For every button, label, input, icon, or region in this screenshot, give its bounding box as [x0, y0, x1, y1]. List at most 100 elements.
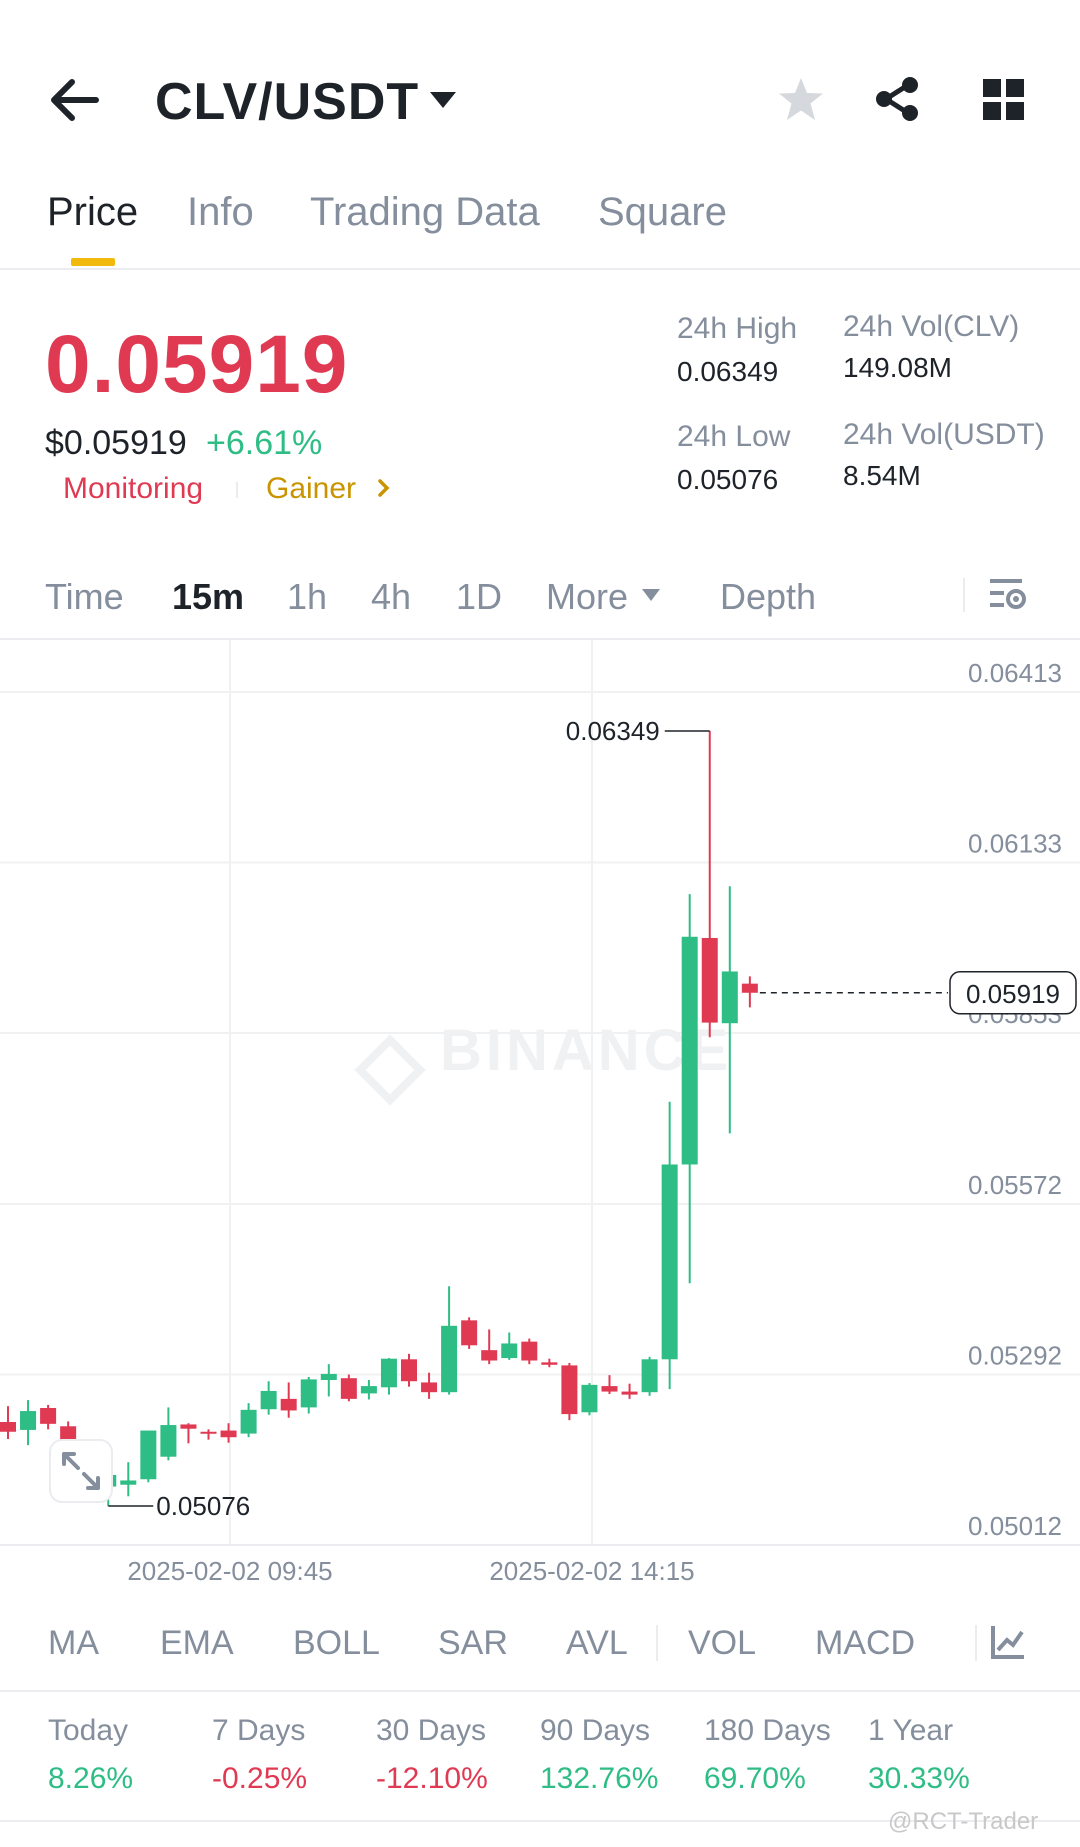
perf-180d-value: 69.70% [704, 1762, 806, 1795]
perf-1y-value: 30.33% [868, 1762, 970, 1795]
vol-quote-value: 8.54M [843, 460, 921, 491]
perf-7d-value: -0.25% [212, 1762, 308, 1795]
candle-body [40, 1408, 57, 1424]
high-value: 0.06349 [677, 356, 779, 387]
x-axis-label: 2025-02-02 09:45 [127, 1556, 332, 1586]
candle-body [260, 1390, 277, 1410]
low-label: 24h Low [677, 420, 791, 453]
candlestick-chart[interactable]: 0.064130.061330.058530.055720.052920.050… [0, 638, 1080, 1590]
high-label: 24h High [677, 312, 798, 345]
timeframe-1d[interactable]: 1D [456, 576, 502, 618]
candle-body [300, 1379, 317, 1408]
y-axis-label: 0.05292 [968, 1341, 1062, 1371]
candle-body [561, 1365, 578, 1415]
perf-7d-label: 7 Days [212, 1714, 306, 1747]
perf-1y-label: 1 Year [868, 1714, 954, 1747]
tab-square[interactable]: Square [598, 190, 727, 235]
indicator-sar[interactable]: SAR [438, 1624, 508, 1663]
indicator-divider [656, 1625, 658, 1661]
perf-90d-label: 90 Days [540, 1714, 651, 1747]
chart-svg: 0.064130.061330.058530.055720.052920.050… [0, 640, 1080, 1586]
candle-body [461, 1320, 478, 1346]
tab-info[interactable]: Info [187, 190, 254, 235]
candle-body [601, 1386, 618, 1392]
back-arrow-icon[interactable] [48, 78, 100, 122]
candle-body [120, 1480, 137, 1485]
indicator-ema[interactable]: EMA [160, 1624, 234, 1663]
indicator-ma[interactable]: MA [48, 1624, 99, 1663]
share-icon[interactable] [874, 76, 922, 122]
tab-bar: Price Info Trading Data Square [0, 186, 1080, 270]
usd-price: $0.05919 [45, 424, 187, 462]
perf-today-value: 8.26% [48, 1762, 134, 1795]
high-annotation: 0.06349 [566, 716, 660, 746]
candle-body [441, 1325, 458, 1393]
candle-body [641, 1359, 658, 1393]
candle-body [621, 1391, 638, 1395]
candle-body [481, 1350, 498, 1361]
indicator-macd[interactable]: MACD [815, 1624, 915, 1663]
low-annotation: 0.05076 [156, 1491, 250, 1521]
indicator-settings-icon[interactable] [990, 1624, 1026, 1660]
candle-body [701, 937, 718, 1023]
more-dropdown-icon[interactable] [641, 588, 661, 602]
indicator-boll[interactable]: BOLL [293, 1624, 380, 1663]
tag-divider [236, 482, 238, 498]
indicator-divider-2 [975, 1625, 977, 1661]
candle-body [521, 1341, 538, 1361]
perf-30d-label: 30 Days [376, 1714, 487, 1747]
last-price-label: 0.05919 [966, 979, 1060, 1009]
vol-base-value: 149.08M [843, 352, 952, 383]
candle-body [541, 1362, 558, 1365]
candle-body [160, 1425, 177, 1457]
indicator-avl[interactable]: AVL [566, 1624, 628, 1663]
vol-base-label: 24h Vol(CLV) [843, 310, 1020, 343]
candle-body [20, 1411, 37, 1430]
candle-body [421, 1382, 438, 1393]
candle-body [140, 1430, 157, 1480]
y-axis-label: 0.05572 [968, 1170, 1062, 1200]
perf-30d-value: -12.10% [376, 1762, 488, 1795]
candle-body [280, 1398, 297, 1411]
candle-body [0, 1422, 16, 1432]
binance-logo-watermark [354, 1034, 426, 1106]
favorite-star-icon[interactable] [777, 76, 825, 122]
candle-body [401, 1359, 417, 1382]
candle-body [681, 936, 698, 1165]
pair-dropdown-icon[interactable] [428, 90, 458, 110]
y-axis-label: 0.05012 [968, 1511, 1062, 1541]
timeframe-4h[interactable]: 4h [371, 576, 411, 618]
y-axis-label: 0.06413 [968, 658, 1062, 688]
candle-body [200, 1431, 217, 1434]
gainer-tag[interactable]: Gainer [266, 472, 356, 506]
candle-body [240, 1409, 257, 1434]
candle-body [220, 1430, 237, 1438]
monitoring-tag[interactable]: Monitoring [63, 472, 203, 506]
expand-chart-icon[interactable] [49, 1439, 113, 1503]
chart-settings-icon[interactable] [988, 575, 1028, 615]
vol-quote-label: 24h Vol(USDT) [843, 418, 1045, 451]
timeframe-more[interactable]: More [546, 576, 628, 618]
indicator-vol[interactable]: VOL [688, 1624, 756, 1663]
candle-body [180, 1424, 197, 1429]
perf-today-label: Today [48, 1714, 129, 1747]
timeframe-15m[interactable]: 15m [172, 576, 244, 618]
perf-90d-value: 132.76% [540, 1762, 659, 1795]
tab-price[interactable]: Price [47, 190, 138, 235]
chevron-right-icon[interactable] [377, 478, 391, 498]
candle-body [741, 983, 758, 993]
x-axis-label: 2025-02-02 14:15 [489, 1556, 694, 1586]
perf-180d-label: 180 Days [704, 1714, 831, 1747]
user-watermark: @RCT-Trader [888, 1808, 1039, 1835]
candle-body [661, 1164, 678, 1360]
pair-title[interactable]: CLV/USDT [155, 72, 419, 132]
toolbar-divider [963, 578, 965, 612]
low-value: 0.05076 [677, 464, 779, 495]
candle-body [581, 1384, 598, 1413]
timeframe-time[interactable]: Time [45, 576, 124, 618]
timeframe-1h[interactable]: 1h [287, 576, 327, 618]
tab-trading-data[interactable]: Trading Data [310, 190, 540, 235]
timeframe-depth[interactable]: Depth [720, 576, 816, 618]
top-bar: CLV/USDT [0, 0, 1080, 190]
grid-menu-icon[interactable] [983, 79, 1025, 121]
